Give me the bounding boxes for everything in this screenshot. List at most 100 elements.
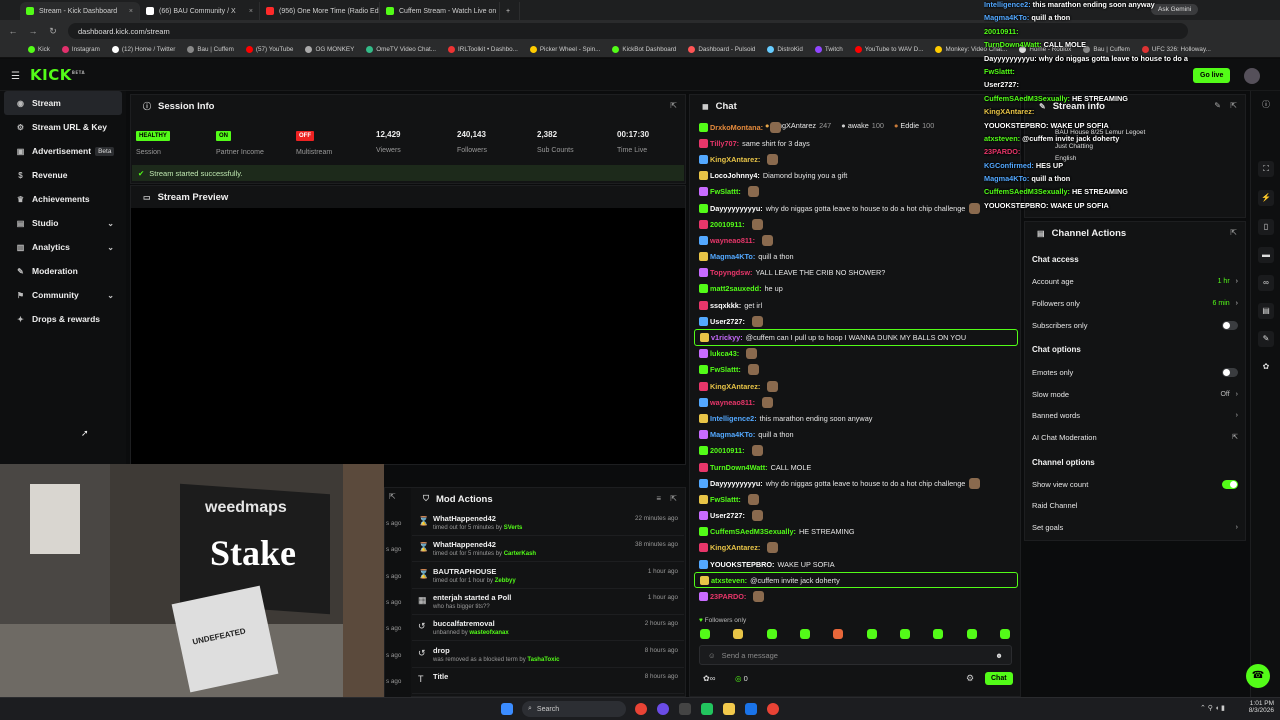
chat-message[interactable]: ssqxkkk: get irl [694,297,1018,313]
chat-message[interactable]: TurnDown4Watt: CALL MOLE [694,459,1018,475]
kick-app-icon[interactable] [701,703,713,715]
chat-message[interactable]: User2727: [694,313,1018,329]
emote-icon[interactable] [999,629,1010,639]
chrome-icon[interactable] [767,703,779,715]
emote-picker-icon[interactable]: ☺ [708,651,716,660]
emotes-only-row[interactable]: Emotes only [1032,362,1238,382]
steam-icon[interactable] [745,703,757,715]
chat-message[interactable]: Magma4KTo: quill a thon [694,427,1018,443]
close-icon[interactable]: × [125,8,133,15]
avatar[interactable] [1244,68,1260,84]
grid-icon[interactable]: ▤ [1258,303,1274,319]
chat-input[interactable]: ☺ Send a message ☻ [699,645,1012,665]
chat-username[interactable]: KingXAntarez: [710,155,760,164]
chrome-icon[interactable] [635,703,647,715]
bolt-icon[interactable]: ⚡ [1258,190,1274,206]
app-icon[interactable] [679,703,691,715]
popout-icon[interactable]: ⇱ [670,494,677,503]
tray-icons[interactable]: ⌃ ⚲ ◖ ▮ [1200,704,1225,712]
sidebar-item-moderation[interactable]: ✎ Moderation [4,259,122,283]
ai-moderation-row[interactable]: AI Chat Moderation ⇱ [1032,427,1238,447]
chat-username[interactable]: LocoJohnny4: [710,171,760,180]
emote-icon[interactable] [866,629,877,639]
browser-tab[interactable]: (66) BAU Community / X × [140,2,260,20]
chat-message[interactable]: Intelligence2: this marathon ending soon … [694,410,1018,426]
chat-username[interactable]: User2727: [710,317,745,326]
chat-message[interactable]: Dayyyyyyyyyu: why do niggas gotta leave t… [694,475,1018,491]
chat-username[interactable]: 20010911: [710,220,745,229]
banned-words-row[interactable]: Banned words › [1032,405,1238,425]
emoji-icon[interactable]: ☻ [995,651,1003,660]
emote-icon[interactable] [966,629,977,639]
emote-icon[interactable] [700,629,710,639]
chat-username[interactable]: matt2sauxedd: [710,284,762,293]
filter-icon[interactable]: ≡ [656,494,661,503]
chat-username[interactable]: Dayyyyyyyyyu: [710,204,763,213]
mod-action-by[interactable]: CarterKash [504,551,536,557]
chat-username[interactable]: wayneao811: [710,398,755,407]
new-tab-button[interactable]: + [500,2,520,20]
emote-icon[interactable] [833,629,844,639]
chat-message[interactable]: 20010911: [694,443,1018,459]
sidebar-item-stream[interactable]: ◉ Stream [4,91,122,115]
link-icon[interactable]: ∞ [1258,275,1274,291]
followers-only-row[interactable]: Followers only 6 min › [1032,293,1238,313]
slow-mode-row[interactable]: Slow mode Off › [1032,384,1238,404]
chat-message[interactable]: FwSlattt: [694,491,1018,507]
bookmark-item[interactable]: OmeTV Video Chat... [366,46,436,53]
raid-channel-row[interactable]: Raid Channel [1032,495,1238,515]
windows-start-icon[interactable] [501,703,513,715]
clock[interactable]: 1:01 PM 8/3/2026 [1240,700,1274,714]
chat-message[interactable]: matt2sauxedd: he up [694,281,1018,297]
wrench-icon[interactable]: ✎ [1258,331,1274,347]
chat-message[interactable]: KingXAntarez: [694,540,1018,556]
info-icon[interactable]: ⓘ [1258,97,1274,113]
chat-username[interactable]: 23PARDO: [710,592,746,601]
subscribers-only-toggle[interactable] [1222,320,1238,330]
file-icon[interactable]: ▯ [1258,219,1274,235]
chat-username[interactable]: Dayyyyyyyyyu: [710,479,763,488]
sidebar-item-achievements[interactable]: ♛ Achievements [4,187,122,211]
bookmark-item[interactable]: Picker Wheel - Spin... [529,46,600,53]
chat-username[interactable]: lukca43: [710,349,739,358]
chat-message[interactable]: FwSlattt: [694,362,1018,378]
chat-tools-icon[interactable]: ✿∞ [703,674,715,683]
bookmark-item[interactable]: OG MONKEY [305,46,354,53]
chat-username[interactable]: CuffemSAedM3Sexually: [710,527,796,536]
sidebar-item-revenue[interactable]: $ Revenue [4,163,122,187]
obs-icon[interactable] [657,703,669,715]
close-icon[interactable]: × [245,8,253,15]
emote-icon[interactable] [766,629,777,639]
kick-logo[interactable]: KICKBETA [30,66,85,84]
reload-icon[interactable]: ↻ [48,26,58,37]
chat-message[interactable]: 20010911: [694,216,1018,232]
chat-message[interactable]: atxsteven: @cuffem invite jack doherty [694,572,1018,589]
settings-icon[interactable]: ⚙ [966,673,974,684]
sidebar-item-analytics[interactable]: ▥ Analytics ⌄ [4,235,122,259]
bookmark-item[interactable]: Kick [28,46,50,53]
back-icon[interactable]: ← [8,26,18,36]
apps-icon[interactable]: ✿ [1258,359,1274,375]
chat-message[interactable]: Tilly707: same shirt for 3 days [694,135,1018,151]
chat-username[interactable]: User2727: [710,511,745,520]
popout-icon[interactable]: ⇱ [1230,228,1237,237]
bookmark-item[interactable]: Dashboard - Pulsoid [688,46,755,53]
chat-message[interactable]: CuffemSAedM3Sexually: HE STREAMING [694,524,1018,540]
chat-username[interactable]: YOUOKSTEPBRO: [710,560,774,569]
bookmark-item[interactable]: Instagram [61,46,100,53]
chat-username[interactable]: Magma4KTo: [710,430,755,439]
chat-message[interactable]: wayneao811: [694,394,1018,410]
sidebar-item-stream-url-key[interactable]: ⚙ Stream URL & Key [4,115,122,139]
browser-tab[interactable]: Cuffem Stream - Watch Live on× [380,2,500,20]
bookmark-item[interactable]: Bau | Cuffem [187,46,234,53]
chat-message[interactable]: LocoJohnny4: Diamond buying you a gift [694,168,1018,184]
chat-username[interactable]: FwSlattt: [710,187,741,196]
chat-username[interactable]: ssqxkkk: [710,301,741,310]
chat-message[interactable]: Topyngdsw: YALL LEAVE THE CRIB NO SHOWER? [694,265,1018,281]
menu-icon[interactable]: ☰ [11,71,20,82]
chat-message[interactable]: User2727: [694,508,1018,524]
chat-message[interactable]: 23PARDO: [694,588,1018,604]
subscribers-only-row[interactable]: Subscribers only [1032,315,1238,335]
tool-icon[interactable]: ⛶ [1258,161,1274,177]
account-age-row[interactable]: Account age 1 hr › [1032,271,1238,291]
